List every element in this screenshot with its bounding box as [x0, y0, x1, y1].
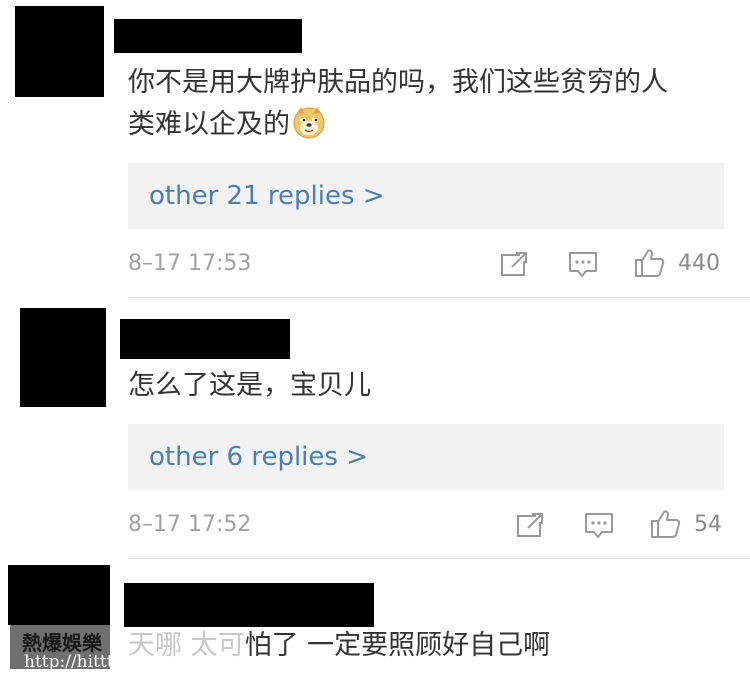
comment-text-line: 类难以企及的	[128, 103, 326, 147]
more-replies-link[interactable]: other 6 replies >	[128, 424, 724, 490]
username-redacted[interactable]	[114, 19, 302, 53]
watermark-url: http://hittt.blogspot.com	[24, 652, 235, 672]
timestamp: 8–17 17:53	[128, 251, 252, 276]
avatar-redacted[interactable]	[20, 308, 106, 407]
comment-thread: 你不是用大牌护肤品的吗，我们这些贫穷的人 类难以企及的 other 21 rep…	[0, 0, 750, 679]
username-redacted[interactable]	[124, 583, 374, 627]
comment-divider	[128, 297, 750, 298]
share-icon[interactable]	[500, 251, 528, 277]
share-icon[interactable]	[516, 512, 544, 538]
comment-icon[interactable]	[568, 251, 598, 279]
comment-text-fragment: 类难以企及的	[128, 109, 290, 140]
timestamp: 8–17 17:52	[128, 512, 252, 537]
thumbs-up-icon[interactable]	[650, 509, 682, 539]
comment-divider	[128, 558, 750, 559]
comment-text-line: 你不是用大牌护肤品的吗，我们这些贫穷的人	[128, 67, 668, 98]
doge-emoji	[293, 107, 325, 139]
more-replies-link[interactable]: other 21 replies >	[128, 163, 724, 229]
thumbs-up-icon[interactable]	[634, 248, 666, 278]
avatar-redacted[interactable]	[15, 6, 104, 97]
comment-text-fragment: 怕了 一定要照顾好自己啊	[244, 630, 551, 661]
username-redacted[interactable]	[120, 319, 290, 359]
like-count: 54	[694, 512, 722, 537]
avatar-redacted[interactable]	[8, 565, 110, 625]
like-count: 440	[678, 251, 720, 276]
comment-text-line: 怎么了这是，宝贝儿	[128, 370, 371, 401]
comment-icon[interactable]	[584, 512, 614, 540]
